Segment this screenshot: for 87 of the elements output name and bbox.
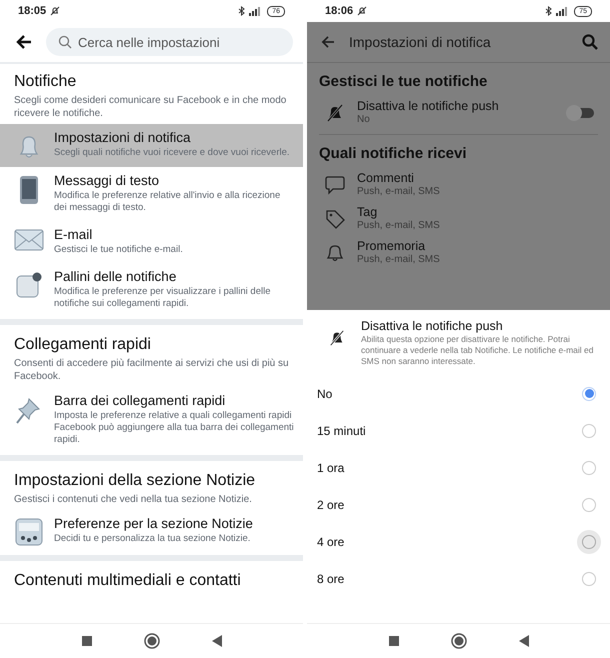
settings-item[interactable]: Preferenze per la sezione Notizie Decidi tu e personalizza la tua sezione Notizie. xyxy=(0,510,303,553)
item-title: Barra dei collegamenti rapidi xyxy=(54,392,226,410)
duration-option[interactable]: 4 ore xyxy=(307,523,610,560)
item-description: Scegli quali notifiche vuoi ricevere e dove vuoi riceverle. xyxy=(54,147,291,159)
radio-button[interactable] xyxy=(582,498,596,512)
section-description: Gestisci i contenuti che vedi nella tua sezione Notizie. xyxy=(14,493,253,506)
section-description: Scegli come desideri comunicare su Facebook e in che modo ricevere le notifiche. xyxy=(14,94,288,120)
section-title: Impostazioni della sezione Notizie xyxy=(14,471,256,491)
status-time: 18:06 xyxy=(325,5,354,17)
radio-button[interactable] xyxy=(582,424,596,438)
notification-dot-icon xyxy=(15,271,43,299)
item-description: Decidi tu e personalizza la tua sezione Notizie. xyxy=(54,533,252,545)
item-title: E-mail xyxy=(54,226,94,244)
row-title: Tag xyxy=(357,205,378,220)
mute-status-icon xyxy=(50,6,60,16)
settings-item[interactable]: E-mail Gestisci le tue notifiche e-mail. xyxy=(0,221,303,263)
section-title: Notifiche xyxy=(14,72,78,92)
option-label: 15 minuti xyxy=(317,424,366,438)
item-title: Messaggi di testo xyxy=(54,172,160,190)
notification-setting-row[interactable]: Tag Push, e-mail, SMS xyxy=(307,202,610,236)
phone-icon xyxy=(19,175,39,205)
duration-option[interactable]: 8 ore xyxy=(307,560,610,597)
item-title: Impostazioni di notifica xyxy=(54,129,192,147)
tag-icon xyxy=(325,208,345,228)
pushpin-icon xyxy=(15,395,43,425)
news-feed-icon xyxy=(15,518,43,546)
sheet-title: Disattiva le notifiche push xyxy=(361,318,504,334)
duration-option[interactable]: 1 ora xyxy=(307,449,610,486)
home-button-icon[interactable] xyxy=(144,633,160,649)
option-label: 4 ore xyxy=(317,534,344,548)
muted-bell-icon xyxy=(326,104,344,122)
option-label: 8 ore xyxy=(317,572,344,586)
page-title: Impostazioni di notifica xyxy=(349,34,492,50)
home-button-icon[interactable] xyxy=(450,633,466,649)
row-subtitle: Push, e-mail, SMS xyxy=(357,220,441,232)
toggle-switch[interactable] xyxy=(568,108,594,118)
back-button-icon[interactable] xyxy=(518,635,528,647)
item-description: Gestisci le tue notifiche e-mail. xyxy=(54,244,184,256)
recents-button-icon[interactable] xyxy=(388,636,398,646)
notification-setting-row[interactable]: Commenti Push, e-mail, SMS xyxy=(307,168,610,202)
option-label: No xyxy=(317,386,332,400)
settings-item[interactable]: Pallini delle notifiche Modifica le preferenze per visualizzare i pallini delle notifiche sui collegamenti rapidi. xyxy=(0,263,303,317)
mute-status-icon xyxy=(357,6,368,16)
section-description: Consenti di accedere più facilmente ai servizi che usi di più su Facebook. xyxy=(14,357,289,383)
duration-option[interactable]: No xyxy=(307,375,610,412)
search-icon xyxy=(58,35,72,49)
bluetooth-icon xyxy=(545,6,552,16)
back-arrow-icon[interactable] xyxy=(16,35,32,49)
section-title: Quali notifiche ricevi xyxy=(318,144,468,164)
envelope-icon xyxy=(14,229,44,251)
section-title: Contenuti multimediali e contatti xyxy=(14,571,242,591)
row-title: Commenti xyxy=(357,171,415,186)
item-description: Modifica le preferenze per visualizzare i pallini delle notifiche sui collegamenti rapidi. xyxy=(54,286,272,310)
status-time: 18:05 xyxy=(18,5,46,17)
duration-option[interactable]: 2 ore xyxy=(307,486,610,523)
row-subtitle: Push, e-mail, SMS xyxy=(357,254,441,266)
option-label: 1 ora xyxy=(317,460,344,474)
notification-setting-row[interactable]: Disattiva le notifiche push No xyxy=(307,96,610,130)
row-subtitle: Push, e-mail, SMS xyxy=(357,186,441,198)
muted-bell-icon xyxy=(329,330,345,346)
bell-icon xyxy=(325,242,345,262)
radio-button[interactable] xyxy=(582,572,596,586)
section-title: Gestisci le tue notifiche xyxy=(318,72,488,92)
radio-button[interactable] xyxy=(582,534,596,548)
item-title: Pallini delle notifiche xyxy=(54,268,178,286)
duration-option[interactable]: 15 minuti xyxy=(307,412,610,449)
notification-setting-row[interactable]: Promemoria Push, e-mail, SMS xyxy=(307,236,610,270)
radio-button[interactable] xyxy=(582,460,596,474)
item-title: Preferenze per la sezione Notizie xyxy=(54,515,254,533)
section-title: Collegamenti rapidi xyxy=(14,335,152,355)
search-field[interactable]: Cerca nelle impostazioni xyxy=(46,28,293,56)
settings-item[interactable]: Barra dei collegamenti rapidi Imposta le preferenze relative a quali collegamenti rapidi Facebook può aggiungere alla tua barra dei collegamenti rapidi. xyxy=(0,387,303,453)
row-subtitle: No xyxy=(357,114,371,126)
search-icon[interactable] xyxy=(582,34,598,50)
row-title: Promemoria xyxy=(357,239,426,254)
sheet-description: Abilita questa opzione per disattivare le notifiche. Potrai continuare a vederle nella tab Notifiche. Le notifiche e-mail ed SMS non saranno interessate. xyxy=(361,334,594,367)
bluetooth-icon xyxy=(238,6,246,16)
speech-bubble-icon xyxy=(325,174,345,194)
option-label: 2 ore xyxy=(317,498,344,512)
settings-item[interactable]: Impostazioni di notifica Scegli quali notifiche vuoi ricevere e dove vuoi riceverle. xyxy=(0,124,303,167)
row-title: Disattiva le notifiche push xyxy=(357,99,500,114)
radio-button[interactable] xyxy=(582,386,596,400)
item-description: Imposta le preferenze relative a quali collegamenti rapidi Facebook può aggiungere alla tua barra dei collegamenti rapidi. xyxy=(54,410,295,446)
back-button-icon[interactable] xyxy=(212,635,222,647)
recents-button-icon[interactable] xyxy=(82,636,92,646)
settings-item[interactable]: Messaggi di testo Modifica le preferenze relative all'invio e alla ricezione dei messaggi di testo. xyxy=(0,167,303,221)
item-description: Modifica le preferenze relative all'invio e alla ricezione dei messaggi di testo. xyxy=(54,190,282,214)
